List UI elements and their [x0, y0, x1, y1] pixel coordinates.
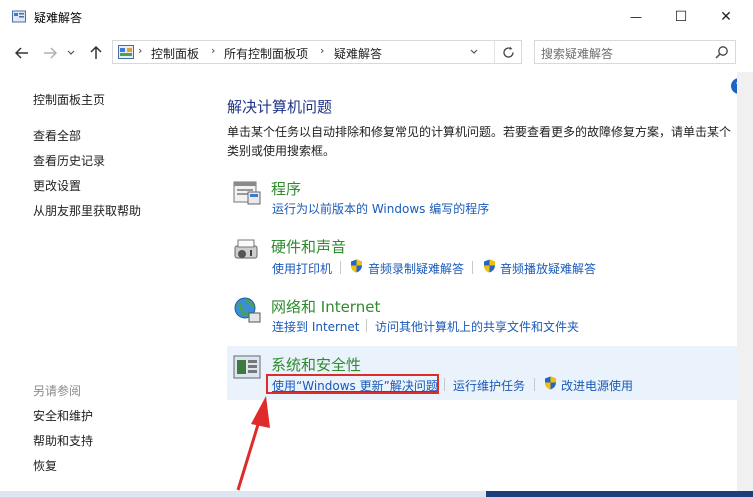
maximize-button[interactable]: ☐ [658, 0, 704, 34]
chevron-down-icon [470, 49, 478, 54]
arrow-up-icon [90, 46, 102, 59]
category-hardware-sound[interactable]: 硬件和声音 [271, 236, 346, 257]
forward-button[interactable] [40, 44, 60, 62]
arrow-right-icon [44, 47, 57, 59]
programs-icon [233, 181, 261, 205]
link-separator [534, 378, 535, 391]
uac-shield-icon [545, 376, 556, 390]
annotation-arrow [236, 396, 270, 491]
breadcrumb-separator-icon: › [320, 44, 325, 57]
nav-view-all[interactable]: 查看全部 [33, 127, 81, 144]
scrollbar-track[interactable] [737, 72, 753, 497]
troubleshoot-app-icon [12, 10, 26, 23]
control-panel-icon [118, 45, 134, 59]
breadcrumb-separator-icon: › [138, 44, 143, 57]
up-button[interactable] [86, 44, 106, 62]
link-run-older-programs[interactable]: 运行为以前版本的 Windows 编写的程序 [272, 200, 489, 217]
nav-security-maintenance[interactable]: 安全和维护 [33, 407, 93, 424]
highlight-box [266, 374, 439, 394]
address-dropdown[interactable] [470, 44, 478, 58]
minimize-icon: — [630, 10, 642, 24]
close-button[interactable]: ✕ [703, 0, 749, 34]
hardware-sound-icon [234, 239, 258, 259]
link-separator [340, 261, 341, 274]
arrow-left-icon [15, 47, 28, 59]
link-improve-power[interactable]: 改进电源使用 [561, 377, 633, 394]
uac-shield-icon [351, 259, 362, 273]
uac-shield-icon [484, 259, 495, 273]
system-security-icon [233, 355, 261, 379]
see-also-title: 另请参阅 [33, 384, 82, 398]
breadcrumb-control-panel[interactable]: 控制面板 [151, 45, 199, 62]
refresh-icon [503, 46, 514, 58]
breadcrumb-all-items[interactable]: 所有控制面板项 [224, 45, 308, 62]
link-separator [472, 261, 473, 274]
search-icon[interactable] [715, 45, 729, 59]
nav-control-panel-home[interactable]: 控制面板主页 [33, 91, 105, 108]
link-connect-internet[interactable]: 连接到 Internet [272, 318, 359, 335]
category-network-internet[interactable]: 网络和 Internet [271, 296, 380, 317]
link-use-printer[interactable]: 使用打印机 [272, 260, 332, 277]
back-button[interactable] [12, 44, 32, 62]
breadcrumb-separator-icon: › [211, 44, 216, 57]
link-shared-files[interactable]: 访问其他计算机上的共享文件和文件夹 [375, 318, 579, 335]
chevron-down-icon [67, 50, 75, 55]
nav-help-support[interactable]: 帮助和支持 [33, 432, 93, 449]
page-title: 解决计算机问题 [227, 98, 333, 116]
nav-change-settings[interactable]: 更改设置 [33, 177, 81, 194]
maximize-icon: ☐ [674, 9, 688, 25]
search-placeholder: 搜索疑难解答 [541, 47, 614, 61]
network-icon [234, 297, 261, 323]
taskbar-edge-light [0, 491, 486, 497]
link-audio-playback-troubleshoot[interactable]: 音频播放疑难解答 [500, 260, 596, 277]
link-separator [366, 319, 367, 332]
nav-view-history[interactable]: 查看历史记录 [33, 152, 105, 169]
minimize-button[interactable]: — [613, 0, 659, 34]
close-icon: ✕ [720, 9, 732, 25]
nav-get-help-from-friend[interactable]: 从朋友那里获取帮助 [33, 202, 141, 219]
link-separator [444, 378, 445, 391]
window-title: 疑难解答 [34, 11, 83, 25]
link-audio-recording-troubleshoot[interactable]: 音频录制疑难解答 [368, 260, 464, 277]
page-description: 单击某个任务以自动排除和修复常见的计算机问题。若要查看更多的故障修复方案，请单击… [227, 125, 732, 158]
breadcrumb-troubleshooting[interactable]: 疑难解答 [334, 45, 382, 62]
category-system-security[interactable]: 系统和安全性 [271, 354, 361, 375]
nav-recovery[interactable]: 恢复 [33, 457, 57, 474]
category-programs[interactable]: 程序 [271, 178, 301, 199]
recent-locations-button[interactable] [64, 44, 78, 62]
link-run-maintenance[interactable]: 运行维护任务 [453, 377, 525, 394]
refresh-button[interactable] [494, 40, 522, 64]
